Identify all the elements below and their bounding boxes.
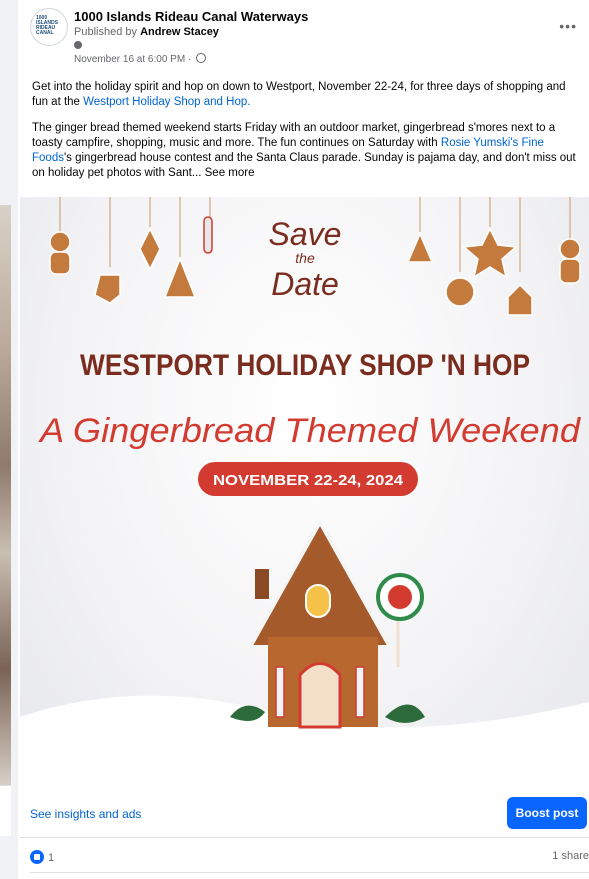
event-subtitle: A Gingerbread Themed Weekend [38, 412, 581, 450]
published-prefix: Published by [74, 26, 137, 38]
date-word: Date [271, 266, 339, 302]
gingerbread-house [230, 517, 425, 729]
publisher-name[interactable]: Andrew Stacey [140, 26, 219, 38]
save-word: Save [269, 216, 342, 252]
post-action-bar: See insights and ads Boost post [20, 787, 589, 838]
post-timestamp[interactable]: November 16 at 6:00 PM [74, 54, 185, 65]
globe-icon [196, 53, 207, 63]
more-icon[interactable]: ••• [559, 18, 577, 34]
westport-link[interactable]: Westport Holiday Shop and Hop. [83, 96, 250, 108]
post-text-paragraph-2: The ginger bread themed weekend starts F… [32, 121, 580, 181]
boost-post-button[interactable]: Boost post [507, 797, 587, 829]
see-more-link[interactable]: See more [205, 167, 255, 179]
save-the-date-title: Save the Date [269, 216, 342, 302]
post-header: 1000 ISLANDS RIDEAU CANAL 1000 Islands R… [30, 6, 589, 66]
save-the-date-graphic: Save the Date WESTPORT HOLIDAY SHOP 'N H… [20, 197, 589, 787]
avatar-logo-text: 1000 ISLANDS RIDEAU CANAL [36, 15, 58, 36]
paragraph2-text-b: 's gingerbread house contest and the San… [32, 152, 576, 179]
published-by: Published by Andrew Stacey [74, 26, 219, 38]
post-text-paragraph-1: Get into the holiday spirit and hop on d… [32, 80, 580, 110]
reaction-summary[interactable]: 1 [30, 850, 54, 864]
pin-icon [74, 41, 82, 49]
left-neighbor-footer [0, 785, 11, 836]
post-meta: November 16 at 6:00 PM · [74, 53, 207, 65]
reaction-count: 1 [48, 852, 55, 864]
page-avatar[interactable]: 1000 ISLANDS RIDEAU CANAL [30, 8, 68, 46]
event-headline: WESTPORT HOLIDAY SHOP 'N HOP [80, 349, 530, 382]
footer-divider [30, 872, 589, 873]
left-neighbor-photo [0, 205, 11, 785]
shares-count[interactable]: 1 share [552, 850, 589, 862]
the-word: the [295, 250, 315, 266]
page-name[interactable]: 1000 Islands Rideau Canal Waterways [74, 9, 308, 24]
like-icon [30, 850, 44, 864]
lollipop [376, 573, 424, 667]
date-badge-text: NOVEMBER 22-24, 2024 [213, 472, 404, 489]
post-card: 1000 ISLANDS RIDEAU CANAL 1000 Islands R… [20, 0, 589, 879]
see-insights-link[interactable]: See insights and ads [30, 807, 141, 821]
post-image[interactable]: Save the Date WESTPORT HOLIDAY SHOP 'N H… [20, 197, 589, 787]
